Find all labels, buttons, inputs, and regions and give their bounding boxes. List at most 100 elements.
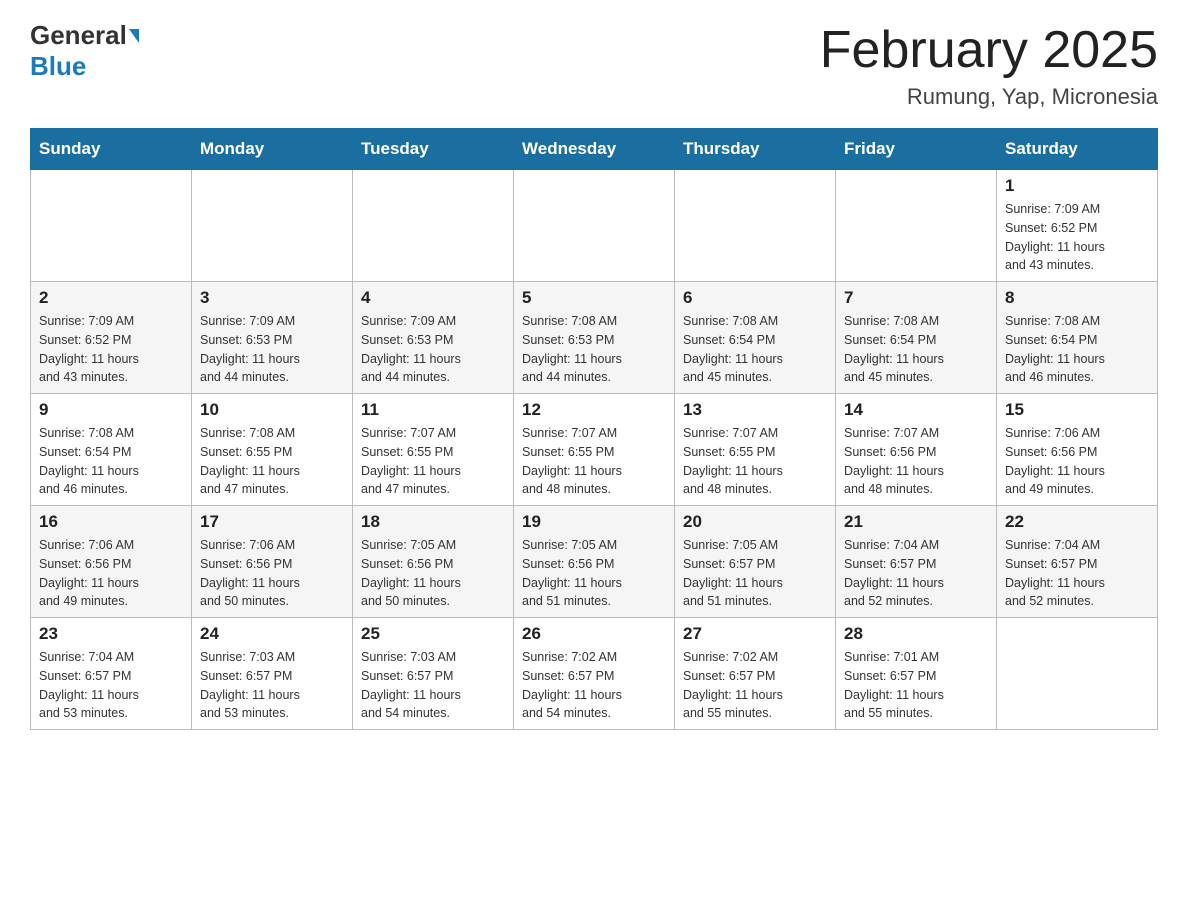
day-info: Sunrise: 7:03 AMSunset: 6:57 PMDaylight:… bbox=[200, 648, 344, 723]
calendar-cell: 27 Sunrise: 7:02 AMSunset: 6:57 PMDayligh… bbox=[675, 618, 836, 730]
day-info: Sunrise: 7:07 AMSunset: 6:55 PMDaylight:… bbox=[361, 424, 505, 499]
weekday-header-saturday: Saturday bbox=[997, 129, 1158, 170]
weekday-header-tuesday: Tuesday bbox=[353, 129, 514, 170]
day-number: 5 bbox=[522, 288, 666, 308]
day-number: 4 bbox=[361, 288, 505, 308]
calendar-cell: 10 Sunrise: 7:08 AMSunset: 6:55 PMDayligh… bbox=[192, 394, 353, 506]
calendar-cell bbox=[836, 170, 997, 282]
day-info: Sunrise: 7:06 AMSunset: 6:56 PMDaylight:… bbox=[39, 536, 183, 611]
page-header: General Blue February 2025 Rumung, Yap, … bbox=[30, 20, 1158, 110]
calendar-cell bbox=[675, 170, 836, 282]
day-number: 22 bbox=[1005, 512, 1149, 532]
logo-triangle-icon bbox=[129, 29, 139, 43]
day-info: Sunrise: 7:09 AMSunset: 6:53 PMDaylight:… bbox=[361, 312, 505, 387]
day-number: 20 bbox=[683, 512, 827, 532]
day-number: 16 bbox=[39, 512, 183, 532]
day-number: 3 bbox=[200, 288, 344, 308]
calendar-cell: 11 Sunrise: 7:07 AMSunset: 6:55 PMDayligh… bbox=[353, 394, 514, 506]
calendar-cell: 23 Sunrise: 7:04 AMSunset: 6:57 PMDayligh… bbox=[31, 618, 192, 730]
day-number: 28 bbox=[844, 624, 988, 644]
day-number: 12 bbox=[522, 400, 666, 420]
day-number: 7 bbox=[844, 288, 988, 308]
calendar-cell: 2 Sunrise: 7:09 AMSunset: 6:52 PMDaylight… bbox=[31, 282, 192, 394]
day-info: Sunrise: 7:08 AMSunset: 6:54 PMDaylight:… bbox=[683, 312, 827, 387]
day-info: Sunrise: 7:03 AMSunset: 6:57 PMDaylight:… bbox=[361, 648, 505, 723]
logo-general-text: General bbox=[30, 20, 127, 51]
day-info: Sunrise: 7:05 AMSunset: 6:57 PMDaylight:… bbox=[683, 536, 827, 611]
calendar-cell: 22 Sunrise: 7:04 AMSunset: 6:57 PMDayligh… bbox=[997, 506, 1158, 618]
day-info: Sunrise: 7:08 AMSunset: 6:55 PMDaylight:… bbox=[200, 424, 344, 499]
day-number: 19 bbox=[522, 512, 666, 532]
calendar-cell: 26 Sunrise: 7:02 AMSunset: 6:57 PMDayligh… bbox=[514, 618, 675, 730]
day-info: Sunrise: 7:09 AMSunset: 6:52 PMDaylight:… bbox=[39, 312, 183, 387]
calendar-cell: 24 Sunrise: 7:03 AMSunset: 6:57 PMDayligh… bbox=[192, 618, 353, 730]
day-info: Sunrise: 7:08 AMSunset: 6:54 PMDaylight:… bbox=[844, 312, 988, 387]
calendar-cell: 15 Sunrise: 7:06 AMSunset: 6:56 PMDayligh… bbox=[997, 394, 1158, 506]
logo: General Blue bbox=[30, 20, 141, 82]
calendar-week-row: 23 Sunrise: 7:04 AMSunset: 6:57 PMDayligh… bbox=[31, 618, 1158, 730]
calendar-cell: 4 Sunrise: 7:09 AMSunset: 6:53 PMDaylight… bbox=[353, 282, 514, 394]
weekday-header-monday: Monday bbox=[192, 129, 353, 170]
day-info: Sunrise: 7:08 AMSunset: 6:54 PMDaylight:… bbox=[1005, 312, 1149, 387]
day-number: 21 bbox=[844, 512, 988, 532]
day-info: Sunrise: 7:02 AMSunset: 6:57 PMDaylight:… bbox=[522, 648, 666, 723]
month-title: February 2025 bbox=[820, 20, 1158, 80]
day-info: Sunrise: 7:08 AMSunset: 6:53 PMDaylight:… bbox=[522, 312, 666, 387]
day-number: 2 bbox=[39, 288, 183, 308]
calendar-week-row: 9 Sunrise: 7:08 AMSunset: 6:54 PMDaylight… bbox=[31, 394, 1158, 506]
day-number: 9 bbox=[39, 400, 183, 420]
day-info: Sunrise: 7:06 AMSunset: 6:56 PMDaylight:… bbox=[1005, 424, 1149, 499]
location-title: Rumung, Yap, Micronesia bbox=[820, 84, 1158, 110]
day-info: Sunrise: 7:02 AMSunset: 6:57 PMDaylight:… bbox=[683, 648, 827, 723]
calendar-cell: 3 Sunrise: 7:09 AMSunset: 6:53 PMDaylight… bbox=[192, 282, 353, 394]
day-info: Sunrise: 7:04 AMSunset: 6:57 PMDaylight:… bbox=[39, 648, 183, 723]
calendar-cell: 21 Sunrise: 7:04 AMSunset: 6:57 PMDayligh… bbox=[836, 506, 997, 618]
calendar-table: SundayMondayTuesdayWednesdayThursdayFrid… bbox=[30, 128, 1158, 730]
calendar-cell: 20 Sunrise: 7:05 AMSunset: 6:57 PMDayligh… bbox=[675, 506, 836, 618]
day-info: Sunrise: 7:07 AMSunset: 6:56 PMDaylight:… bbox=[844, 424, 988, 499]
day-number: 6 bbox=[683, 288, 827, 308]
day-info: Sunrise: 7:07 AMSunset: 6:55 PMDaylight:… bbox=[522, 424, 666, 499]
day-number: 10 bbox=[200, 400, 344, 420]
day-info: Sunrise: 7:05 AMSunset: 6:56 PMDaylight:… bbox=[522, 536, 666, 611]
calendar-cell: 13Sunrise: 7:07 AMSunset: 6:55 PMDayligh… bbox=[675, 394, 836, 506]
day-number: 17 bbox=[200, 512, 344, 532]
day-number: 27 bbox=[683, 624, 827, 644]
calendar-cell bbox=[997, 618, 1158, 730]
calendar-cell: 17 Sunrise: 7:06 AMSunset: 6:56 PMDayligh… bbox=[192, 506, 353, 618]
calendar-cell: 1 Sunrise: 7:09 AMSunset: 6:52 PMDaylight… bbox=[997, 170, 1158, 282]
day-number: 23 bbox=[39, 624, 183, 644]
weekday-header-friday: Friday bbox=[836, 129, 997, 170]
day-number: 8 bbox=[1005, 288, 1149, 308]
weekday-header-wednesday: Wednesday bbox=[514, 129, 675, 170]
calendar-cell: 6 Sunrise: 7:08 AMSunset: 6:54 PMDaylight… bbox=[675, 282, 836, 394]
calendar-cell bbox=[353, 170, 514, 282]
day-info: Sunrise: 7:09 AMSunset: 6:52 PMDaylight:… bbox=[1005, 200, 1149, 275]
day-info: Sunrise: 7:04 AMSunset: 6:57 PMDaylight:… bbox=[1005, 536, 1149, 611]
day-info: Sunrise: 7:08 AMSunset: 6:54 PMDaylight:… bbox=[39, 424, 183, 499]
day-number: 25 bbox=[361, 624, 505, 644]
calendar-week-row: 1 Sunrise: 7:09 AMSunset: 6:52 PMDaylight… bbox=[31, 170, 1158, 282]
day-number: 18 bbox=[361, 512, 505, 532]
weekday-header-thursday: Thursday bbox=[675, 129, 836, 170]
day-number: 26 bbox=[522, 624, 666, 644]
day-info: Sunrise: 7:01 AMSunset: 6:57 PMDaylight:… bbox=[844, 648, 988, 723]
calendar-cell: 9 Sunrise: 7:08 AMSunset: 6:54 PMDaylight… bbox=[31, 394, 192, 506]
calendar-cell bbox=[514, 170, 675, 282]
day-number: 11 bbox=[361, 400, 505, 420]
calendar-cell: 25 Sunrise: 7:03 AMSunset: 6:57 PMDayligh… bbox=[353, 618, 514, 730]
weekday-header-sunday: Sunday bbox=[31, 129, 192, 170]
day-number: 1 bbox=[1005, 176, 1149, 196]
calendar-cell bbox=[31, 170, 192, 282]
day-number: 14 bbox=[844, 400, 988, 420]
calendar-cell: 7 Sunrise: 7:08 AMSunset: 6:54 PMDaylight… bbox=[836, 282, 997, 394]
title-section: February 2025 Rumung, Yap, Micronesia bbox=[820, 20, 1158, 110]
day-info: Sunrise: 7:04 AMSunset: 6:57 PMDaylight:… bbox=[844, 536, 988, 611]
day-number: 15 bbox=[1005, 400, 1149, 420]
calendar-week-row: 16 Sunrise: 7:06 AMSunset: 6:56 PMDayligh… bbox=[31, 506, 1158, 618]
day-info: Sunrise: 7:06 AMSunset: 6:56 PMDaylight:… bbox=[200, 536, 344, 611]
day-info: Sunrise: 7:05 AMSunset: 6:56 PMDaylight:… bbox=[361, 536, 505, 611]
day-info: Sunrise: 7:09 AMSunset: 6:53 PMDaylight:… bbox=[200, 312, 344, 387]
day-number: 24 bbox=[200, 624, 344, 644]
weekday-header-row: SundayMondayTuesdayWednesdayThursdayFrid… bbox=[31, 129, 1158, 170]
